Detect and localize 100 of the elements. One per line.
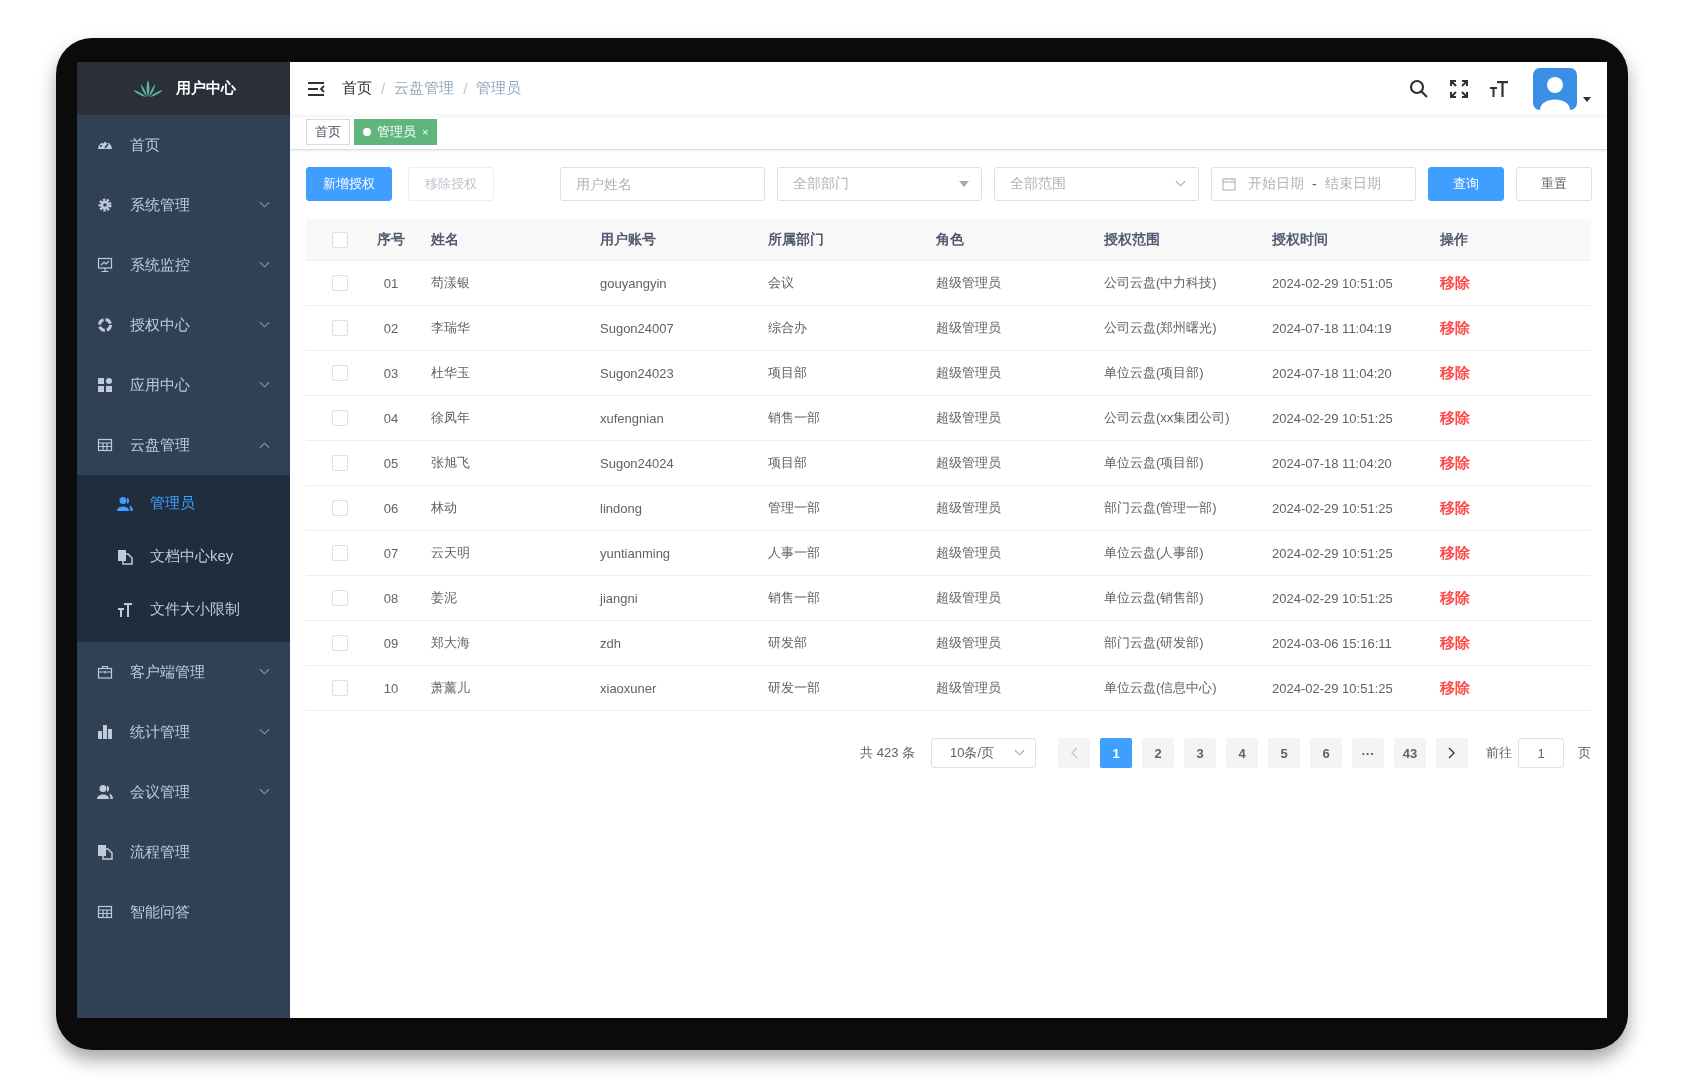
table-cell: 部门云盘(管理一部) [1104,500,1217,515]
apps-icon [97,377,113,393]
chevron-down-icon [259,261,270,269]
row-checkbox[interactable] [331,320,348,337]
submenu-item[interactable]: 管理员 [77,477,290,530]
chevron-down-icon [259,728,270,736]
menu-icon[interactable] [307,80,325,97]
users-icon [117,495,133,512]
submenu-item[interactable]: 文档中心key [77,530,290,583]
row-checkbox[interactable] [331,680,348,697]
remove-link[interactable]: 移除 [1440,498,1470,516]
table-cell: 2024-02-29 10:51:25 [1272,590,1393,606]
row-checkbox[interactable] [331,275,348,292]
page-button[interactable]: 6 [1310,738,1342,768]
menu-item[interactable]: 授权中心 [77,295,290,355]
chevron-down-icon [259,668,270,676]
table-cell: 2024-07-18 11:04:19 [1272,320,1392,336]
row-checkbox[interactable] [331,545,348,562]
table-cell: 部门云盘(研发部) [1104,635,1204,650]
page-button[interactable]: 5 [1268,738,1300,768]
row-checkbox[interactable] [331,410,348,427]
name-input-field[interactable]: 用户姓名 [560,167,765,201]
documents-icon [97,844,113,860]
table-cell: 研发一部 [768,680,820,695]
remove-link[interactable]: 移除 [1440,363,1470,381]
fullscreen-icon[interactable] [1449,78,1469,99]
row-checkbox[interactable] [331,635,348,652]
bar-chart-icon [97,724,113,740]
table-cell: 05 [383,455,399,471]
remove-link[interactable]: 移除 [1440,318,1470,336]
table-cell: 04 [383,410,399,426]
table-cell: 超级管理员 [936,275,1001,290]
menu-item[interactable]: 流程管理 [77,822,290,882]
text-size-icon[interactable] [1489,78,1509,99]
menu-item[interactable]: 系统管理 [77,175,290,235]
page-button[interactable]: 2 [1142,738,1174,768]
column-header: 姓名 [431,230,459,247]
remove-link[interactable]: 移除 [1440,678,1470,696]
users-icon [97,784,113,800]
column-header: 操作 [1440,230,1468,247]
column-header: 所属部门 [768,230,824,247]
remove-link[interactable]: 移除 [1440,633,1470,651]
date-range-field[interactable]: 开始日期 - 结束日期 [1211,167,1416,201]
select-all-checkbox[interactable] [331,232,348,249]
table-icon [97,437,113,453]
row-checkbox[interactable] [331,590,348,607]
page-button[interactable]: 4 [1226,738,1258,768]
remove-link[interactable]: 移除 [1440,588,1470,606]
table-cell: 研发部 [768,635,807,650]
submenu-item[interactable]: 文件大小限制 [77,583,290,636]
row-checkbox[interactable] [331,500,348,517]
calendar-icon [1222,177,1236,191]
app-title: 用户中心 [175,79,236,98]
reset-button[interactable]: 重置 [1516,167,1592,201]
table-cell: 超级管理员 [936,455,1001,470]
next-page-button[interactable] [1436,738,1468,768]
table-cell: 会议 [768,275,794,290]
menu-item[interactable]: 系统监控 [77,235,290,295]
table-cell: 03 [383,365,399,381]
breadcrumb-link[interactable]: 首页 [342,79,372,98]
lifebuoy-icon [97,317,113,333]
menu-item[interactable]: 会议管理 [77,762,290,822]
table-cell: 2024-02-29 10:51:05 [1272,275,1393,291]
column-header: 授权范围 [1104,230,1160,247]
remove-link[interactable]: 移除 [1440,543,1470,561]
chevron-down-icon [259,201,270,209]
menu-item[interactable]: 首页 [77,115,290,175]
page-tab[interactable]: 首页 [306,119,350,145]
menu-item[interactable]: 客户端管理 [77,642,290,702]
menu-item[interactable]: 智能问答 [77,882,290,942]
page-size-select[interactable]: 10条/页 [931,738,1036,768]
remove-link[interactable]: 移除 [1440,453,1470,471]
chevron-down-icon [1175,180,1186,188]
page-button[interactable]: 3 [1184,738,1216,768]
table-cell: 郑大海 [431,635,470,650]
menu-item[interactable]: 云盘管理 [77,415,290,475]
table-cell: 超级管理员 [936,545,1001,560]
column-header: 序号 [377,230,405,247]
remove-link[interactable]: 移除 [1440,273,1470,291]
remove-link[interactable]: 移除 [1440,408,1470,426]
table-cell: 2024-02-29 10:51:25 [1272,500,1393,516]
caret-icon[interactable] [1583,97,1591,102]
table-cell: 张旭飞 [431,455,470,470]
table-cell: 超级管理员 [936,500,1001,515]
documents-icon [117,548,133,565]
table-cell: 销售一部 [768,590,820,605]
search-icon[interactable] [1409,78,1429,99]
menu-item[interactable]: 应用中心 [77,355,290,415]
page-button[interactable]: ··· [1352,738,1384,768]
page-number-field[interactable]: 1 [1518,738,1564,768]
row-checkbox[interactable] [331,365,348,382]
table-cell: 姜泥 [431,590,457,605]
row-checkbox[interactable] [331,455,348,472]
table-cell: 08 [383,590,399,606]
table-cell: 苟漾银 [431,275,470,290]
table-cell: 单位云盘(人事部) [1104,545,1204,560]
page-button[interactable]: 43 [1394,738,1426,768]
user-avatar[interactable] [1533,67,1577,110]
menu-item[interactable]: 统计管理 [77,702,290,762]
table-cell: 06 [383,500,399,516]
